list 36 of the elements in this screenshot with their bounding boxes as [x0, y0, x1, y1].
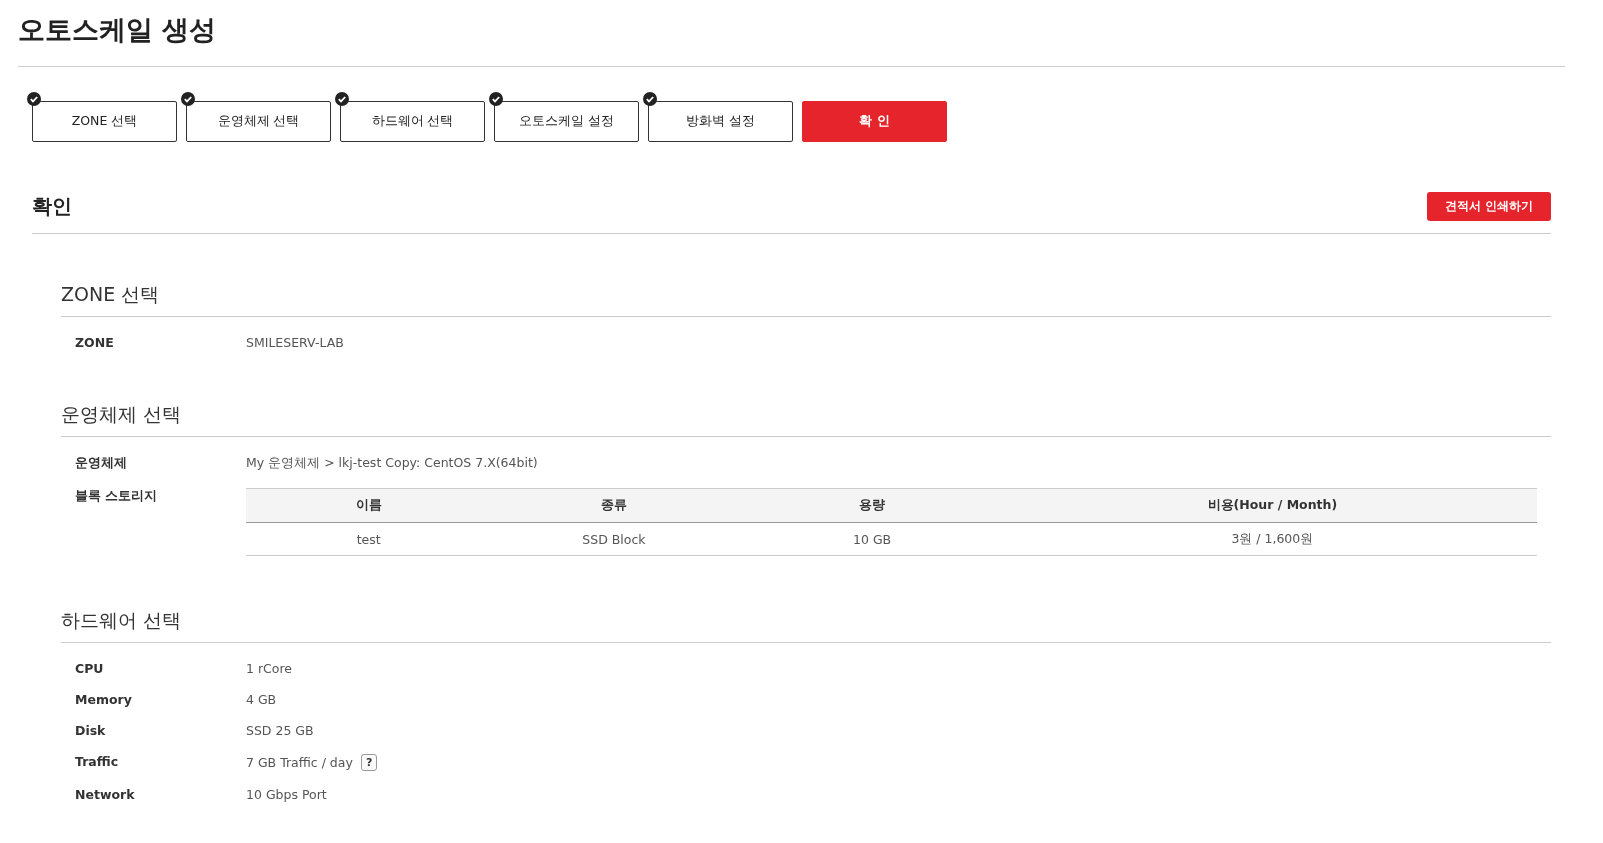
subsection-title: ZONE 선택 — [61, 282, 1551, 317]
column-header: 종류 — [491, 488, 737, 523]
field-label: Traffic — [75, 754, 120, 769]
field-label: 운영체제 — [75, 455, 128, 472]
field-label: ZONE — [75, 335, 115, 350]
page-title: 오토스케일 생성 — [18, 12, 1565, 67]
field-value: 1 rCore — [246, 661, 292, 676]
field-label: CPU — [75, 661, 105, 676]
step-tab[interactable]: 방화벽 설정 — [648, 101, 793, 142]
step-tab[interactable]: ZONE 선택 — [32, 101, 177, 142]
print-quote-button[interactable]: 견적서 인쇄하기 — [1426, 192, 1551, 221]
field-label: Disk — [75, 723, 107, 738]
subsection-title: 하드웨어 선택 — [61, 608, 1551, 643]
table-cell: test — [246, 522, 492, 556]
subsection-title: 운영체제 선택 — [61, 402, 1551, 437]
column-header: 용량 — [736, 488, 1008, 523]
field-value: 7 GB Traffic / day — [246, 755, 353, 770]
help-button[interactable]: ? — [360, 754, 378, 771]
step-tab[interactable]: 운영체제 선택 — [186, 101, 331, 142]
section-title: 확인 — [32, 193, 72, 220]
field-value: 4 GB — [246, 692, 277, 707]
step-tab[interactable]: 확 인 — [802, 101, 947, 142]
field-value: My 운영체제 > lkj-test Copy: CentOS 7.X(64bit) — [246, 455, 538, 472]
step-tab[interactable]: 오토스케일 설정 — [494, 101, 639, 142]
field-label: 블록 스토리지 — [75, 488, 159, 505]
column-header: 비용(Hour / Month) — [1007, 488, 1537, 523]
field-label: Memory — [75, 692, 133, 707]
table-cell: 3원 / 1,600원 — [1007, 522, 1537, 556]
table-cell: SSD Block — [491, 522, 737, 556]
column-header: 이름 — [246, 488, 492, 523]
field-value: 10 Gbps Port — [246, 787, 327, 802]
field-value: SMILESERV-LAB — [246, 335, 344, 350]
step-tab[interactable]: 하드웨어 선택 — [340, 101, 485, 142]
field-value: SSD 25 GB — [246, 723, 314, 738]
field-label: Network — [75, 787, 136, 802]
table-cell: 10 GB — [736, 522, 1008, 556]
